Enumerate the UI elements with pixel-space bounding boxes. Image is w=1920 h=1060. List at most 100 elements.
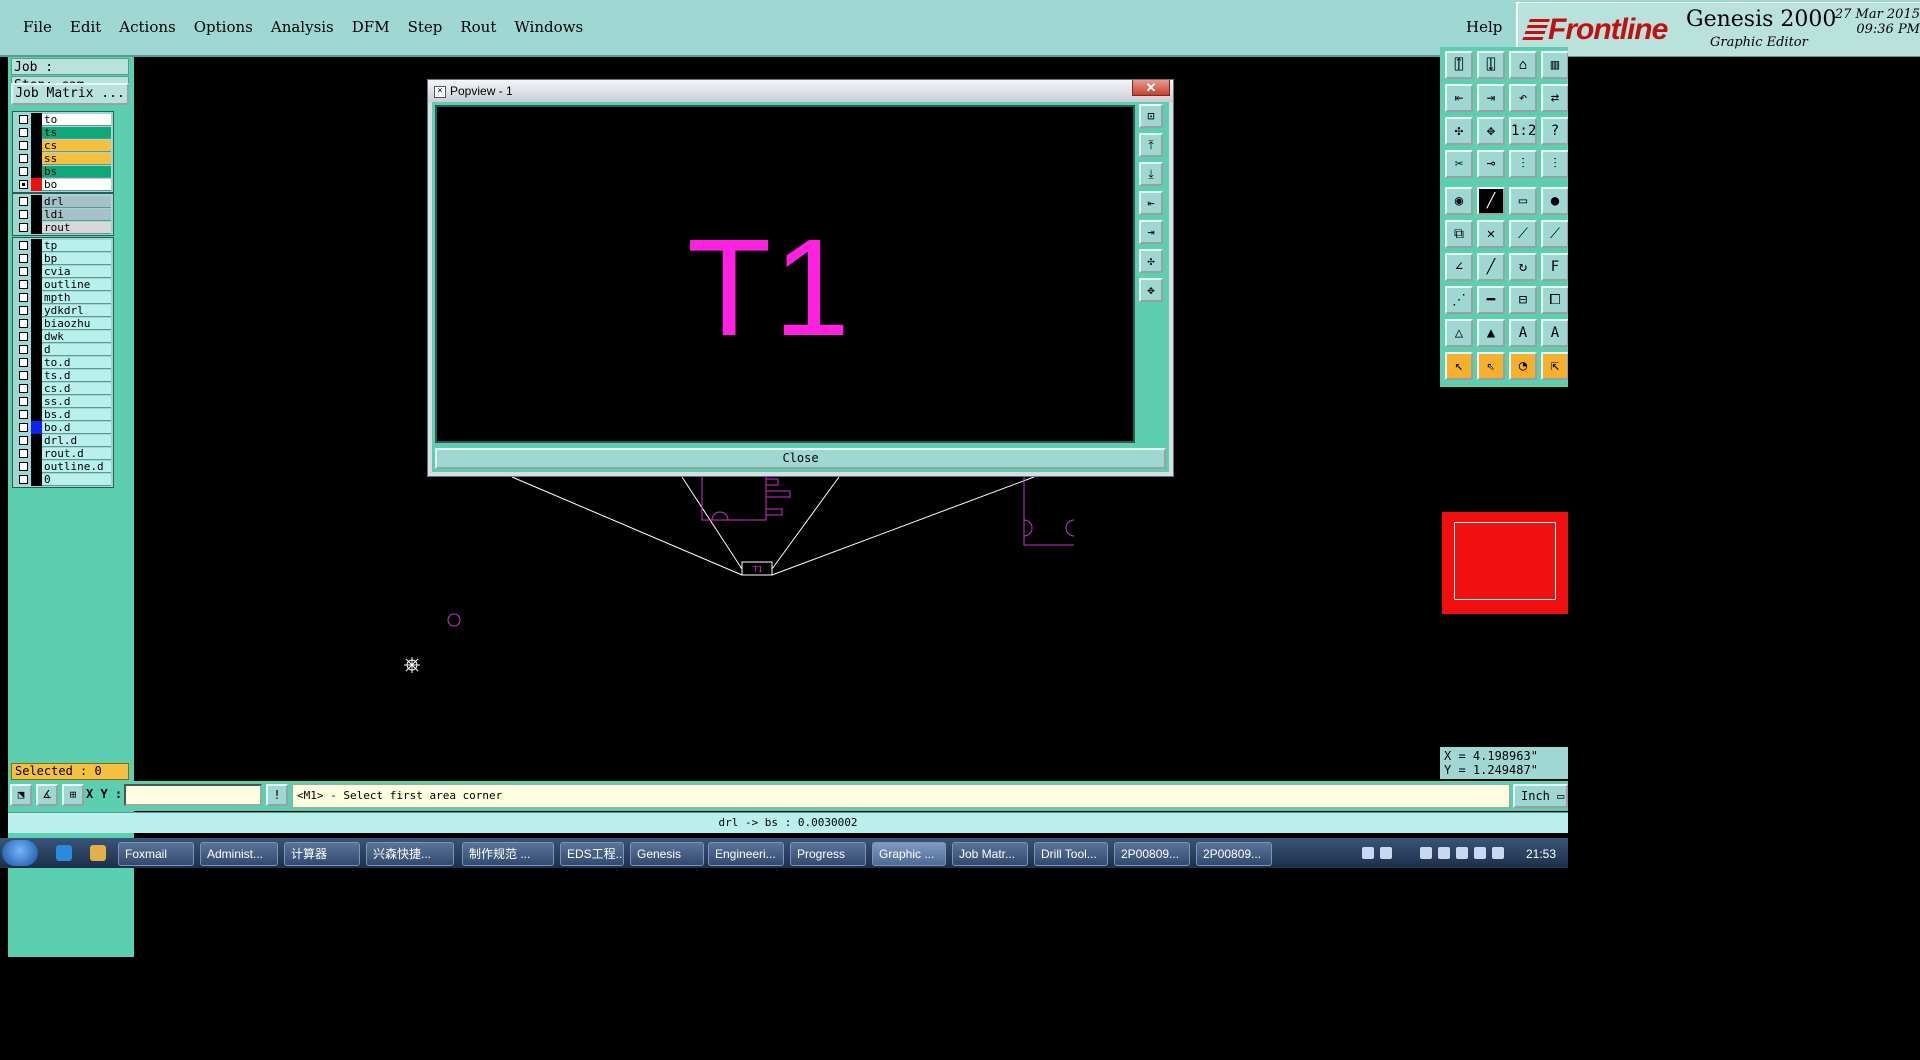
- layer-affected-indicator[interactable]: [31, 152, 42, 165]
- line-red-icon[interactable]: ╱: [1477, 187, 1505, 215]
- layer-row[interactable]: cs.d: [13, 382, 113, 395]
- layer-checkbox[interactable]: [19, 267, 28, 276]
- layer-checkbox[interactable]: [19, 449, 28, 458]
- layer-checkbox[interactable]: [19, 436, 28, 445]
- zoom-fit-icon[interactable]: ✣: [1445, 117, 1473, 145]
- pad-icon[interactable]: ⊸: [1477, 150, 1505, 178]
- taskbar-item[interactable]: 2P00809...: [1196, 842, 1272, 866]
- layer-name[interactable]: ldi: [42, 208, 111, 221]
- layer-affected-indicator[interactable]: [31, 369, 42, 382]
- layer-checkbox[interactable]: [19, 397, 28, 406]
- taskbar-item[interactable]: Progress: [790, 842, 866, 866]
- layer-name[interactable]: cvia: [42, 265, 111, 278]
- pan-left-icon[interactable]: ⇤: [1139, 191, 1163, 215]
- flag-icon[interactable]: [1456, 847, 1468, 859]
- layer-affected-indicator[interactable]: [31, 447, 42, 460]
- layer-checkbox[interactable]: [19, 410, 28, 419]
- zoom-out-icon[interactable]: ✥: [1139, 278, 1163, 302]
- spacing-icon[interactable]: ⋰: [1445, 286, 1473, 314]
- layer-checkbox[interactable]: [19, 254, 28, 263]
- layer-red-2-icon[interactable]: ⫶: [1541, 150, 1568, 178]
- xy-input[interactable]: [124, 784, 262, 806]
- menu-step[interactable]: Step: [399, 18, 452, 36]
- layer-affected-indicator[interactable]: [31, 434, 42, 447]
- triangle-4-icon[interactable]: A: [1541, 319, 1568, 347]
- layer-affected-indicator[interactable]: [31, 139, 42, 152]
- taskbar-item[interactable]: Drill Tool...: [1034, 842, 1108, 866]
- layer-name[interactable]: 0: [42, 473, 111, 486]
- layer-row[interactable]: rout: [13, 221, 113, 234]
- layer-checkbox[interactable]: [19, 358, 28, 367]
- layer-row[interactable]: ss.d: [13, 395, 113, 408]
- snap-mode-icon[interactable]: ⬔: [10, 784, 32, 806]
- security-icon[interactable]: [1438, 847, 1450, 859]
- pointer-box-icon[interactable]: ⇖: [1477, 352, 1505, 380]
- text-icon[interactable]: F: [1541, 253, 1568, 281]
- popview-titlebar[interactable]: × Popview - 1 ✕: [428, 80, 1173, 102]
- layer-name[interactable]: ydkdrl: [42, 304, 111, 317]
- folder-icon[interactable]: [90, 845, 106, 861]
- layer-affected-indicator[interactable]: [31, 291, 42, 304]
- menu-rout[interactable]: Rout: [451, 18, 505, 36]
- undo-icon[interactable]: ↶: [1509, 84, 1537, 112]
- close-icon[interactable]: ✕: [1132, 80, 1170, 96]
- layer-row[interactable]: bs.d: [13, 408, 113, 421]
- layer-affected-indicator[interactable]: [31, 343, 42, 356]
- layer-affected-indicator[interactable]: [31, 395, 42, 408]
- layer-name[interactable]: dwk: [42, 330, 111, 343]
- layer-row[interactable]: outline: [13, 278, 113, 291]
- layer-checkbox[interactable]: [19, 197, 28, 206]
- layer-row[interactable]: outline.d: [13, 460, 113, 473]
- taskbar-item[interactable]: Foxmail: [118, 842, 194, 866]
- measure-icon[interactable]: ✂: [1445, 150, 1473, 178]
- layer-name[interactable]: drl.d: [42, 434, 111, 447]
- taskbar-item[interactable]: Genesis: [630, 842, 704, 866]
- layer-checkbox[interactable]: [19, 167, 28, 176]
- layer-red-icon[interactable]: ⫶: [1509, 150, 1537, 178]
- menu-analysis[interactable]: Analysis: [262, 18, 343, 36]
- layer-checkbox[interactable]: [19, 371, 28, 380]
- layer-checkbox[interactable]: [19, 154, 28, 163]
- menu-dfm[interactable]: DFM: [343, 18, 399, 36]
- menu-file[interactable]: File: [14, 18, 61, 36]
- layer-row[interactable]: ss: [13, 152, 113, 165]
- layer-row[interactable]: bo.d: [13, 421, 113, 434]
- layer-row[interactable]: drl: [13, 195, 113, 208]
- layer-affected-indicator[interactable]: [31, 382, 42, 395]
- layer-name[interactable]: rout.d: [42, 447, 111, 460]
- ruler-icon[interactable]: ▭: [1509, 187, 1537, 215]
- ie-icon[interactable]: [56, 845, 72, 861]
- job-matrix-button[interactable]: Job Matrix ...: [11, 83, 129, 105]
- keyboard-icon[interactable]: [1362, 847, 1374, 859]
- move-right-icon[interactable]: ⇥: [1477, 84, 1505, 112]
- layer-name[interactable]: to.d: [42, 356, 111, 369]
- layer-affected-indicator[interactable]: [31, 460, 42, 473]
- layer-affected-indicator[interactable]: [31, 221, 42, 234]
- layer-name[interactable]: outline.d: [42, 460, 111, 473]
- layer-affected-indicator[interactable]: [31, 252, 42, 265]
- grid-icon[interactable]: ⊞: [62, 784, 84, 806]
- layer-checkbox[interactable]: [19, 223, 28, 232]
- angle-mode-icon[interactable]: ∡: [36, 784, 58, 806]
- popview-canvas[interactable]: T1: [435, 105, 1135, 443]
- pan-up-icon[interactable]: ⤒: [1139, 133, 1163, 157]
- zoom-in-icon[interactable]: ✣: [1139, 249, 1163, 273]
- panel-icon[interactable]: ▥: [1541, 51, 1568, 79]
- layer-row[interactable]: rout.d: [13, 447, 113, 460]
- layer-row[interactable]: cs: [13, 139, 113, 152]
- layer-name[interactable]: mpth: [42, 291, 111, 304]
- taskbar-item[interactable]: 2P00809...: [1114, 842, 1190, 866]
- taskbar-item[interactable]: 计算器: [284, 842, 360, 866]
- layer-name[interactable]: bo: [42, 178, 111, 191]
- pointer-icon[interactable]: ↖: [1445, 352, 1473, 380]
- units-select[interactable]: Inch ▭: [1513, 784, 1568, 808]
- layer-affected-indicator[interactable]: [31, 421, 42, 434]
- xy-enter-button[interactable]: !: [266, 784, 288, 806]
- layer-row[interactable]: ydkdrl: [13, 304, 113, 317]
- layer-affected-indicator[interactable]: [31, 317, 42, 330]
- close-button[interactable]: Close: [435, 448, 1166, 469]
- menu-edit[interactable]: Edit: [61, 18, 110, 36]
- layer-name[interactable]: tp: [42, 239, 111, 252]
- layer-checkbox[interactable]: [19, 306, 28, 315]
- layer-checkbox[interactable]: [19, 141, 28, 150]
